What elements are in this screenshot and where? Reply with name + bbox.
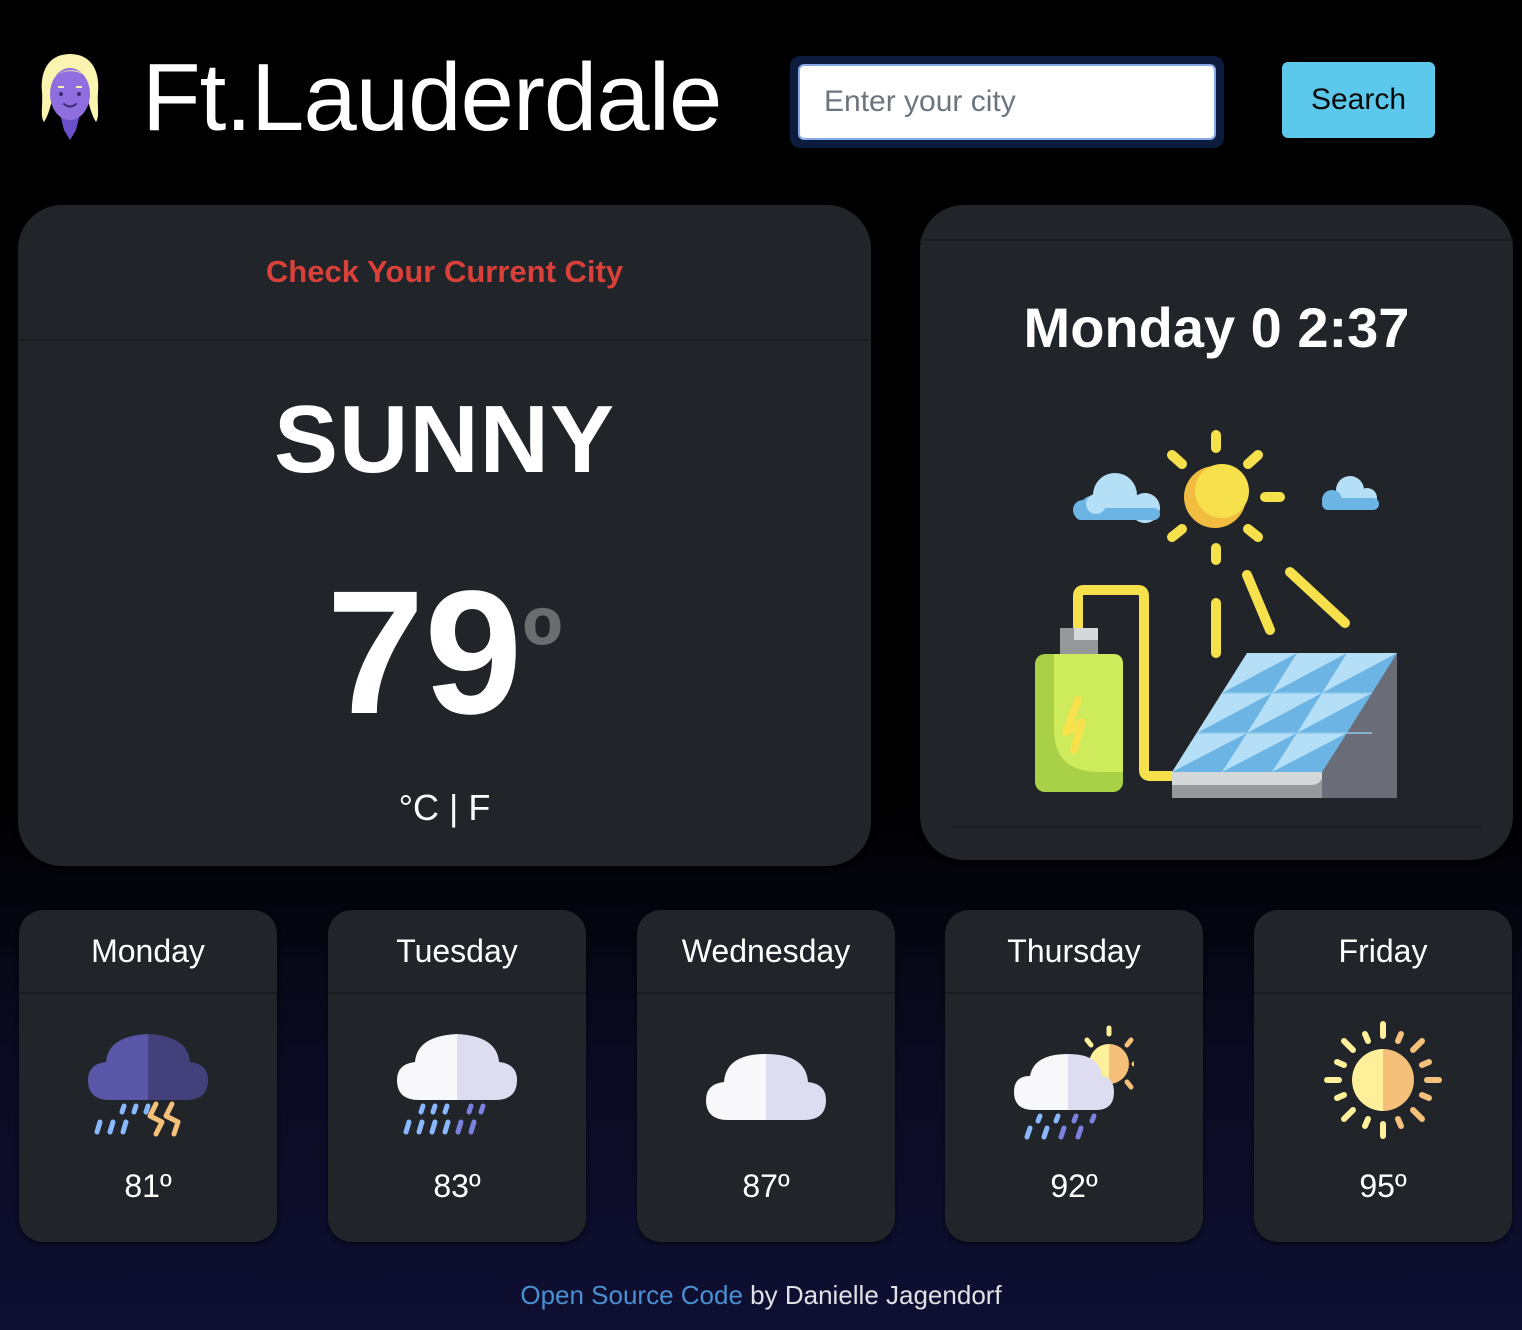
current-weather-card-header: Check Your Current City bbox=[18, 205, 871, 341]
forecast-temperature: 87º bbox=[742, 1168, 790, 1204]
degree-symbol: º bbox=[522, 585, 563, 708]
rain-cloud-icon bbox=[397, 1034, 517, 1135]
solar-panel-battery-sun-icon bbox=[1035, 430, 1397, 798]
check-current-city-link[interactable]: Check Your Current City bbox=[266, 254, 623, 290]
cloud-right-icon bbox=[1322, 476, 1379, 510]
city-title: Ft.Lauderdale bbox=[142, 44, 722, 151]
temperature-value: 79 bbox=[326, 555, 523, 751]
cloud-icon bbox=[706, 1054, 826, 1120]
forecast-day-label: Friday bbox=[1254, 910, 1512, 994]
fahrenheit-toggle[interactable]: F bbox=[468, 787, 490, 828]
forecast-day-label: Tuesday bbox=[328, 910, 586, 994]
search-button[interactable]: Search bbox=[1282, 62, 1435, 138]
forecast-day-label: Monday bbox=[19, 910, 277, 994]
unit-separator: | bbox=[449, 787, 459, 828]
open-source-code-link[interactable]: Open Source Code bbox=[520, 1280, 743, 1310]
forecast-temperature: 92º bbox=[1050, 1168, 1098, 1204]
search-focus-ring bbox=[790, 56, 1224, 148]
sun-rain-cloud-icon bbox=[1014, 1025, 1134, 1140]
thunderstorm-icon bbox=[88, 1034, 208, 1137]
unit-toggle: °C | F bbox=[18, 787, 871, 829]
footer-author: by Danielle Jagendorf bbox=[742, 1280, 1002, 1310]
clock-card-footer-divider bbox=[952, 826, 1481, 828]
header: Ft.Lauderdale Search bbox=[0, 0, 1522, 190]
current-day-time: Monday 0 2:37 bbox=[1023, 296, 1410, 359]
battery-icon bbox=[1035, 628, 1123, 792]
city-search-input[interactable] bbox=[798, 64, 1216, 140]
forecast-card-wednesday: Wednesday 87º bbox=[637, 910, 895, 1242]
woman-avatar-icon bbox=[41, 54, 99, 140]
forecast-card-monday: Monday 81º bbox=[19, 910, 277, 1242]
forecast-card-thursday: Thursday 92º bbox=[945, 910, 1203, 1242]
clock-card-header bbox=[920, 205, 1513, 241]
forecast-temperature: 81º bbox=[124, 1168, 172, 1204]
forecast-day-label: Wednesday bbox=[637, 910, 895, 994]
current-weather-card: Check Your Current City SUNNY 79º °C | F bbox=[18, 205, 871, 866]
forecast-card-tuesday: Tuesday 83º bbox=[328, 910, 586, 1242]
weather-condition: SUNNY bbox=[273, 386, 616, 493]
sun-icon bbox=[1167, 430, 1350, 658]
forecast-temperature: 83º bbox=[433, 1168, 481, 1204]
footer: Open Source Code by Danielle Jagendorf bbox=[0, 1280, 1522, 1311]
clock-card: Monday 0 2:37 bbox=[920, 205, 1513, 860]
current-temperature: 79º bbox=[18, 563, 871, 743]
forecast-card-friday: Friday 95º bbox=[1254, 910, 1512, 1242]
solar-panel-icon bbox=[1172, 653, 1397, 798]
cloud-left-icon bbox=[1073, 473, 1160, 523]
forecast-temperature: 95º bbox=[1359, 1168, 1407, 1204]
sun-icon bbox=[1324, 1021, 1442, 1139]
forecast-day-label: Thursday bbox=[945, 910, 1203, 994]
celsius-toggle[interactable]: °C bbox=[399, 787, 439, 828]
